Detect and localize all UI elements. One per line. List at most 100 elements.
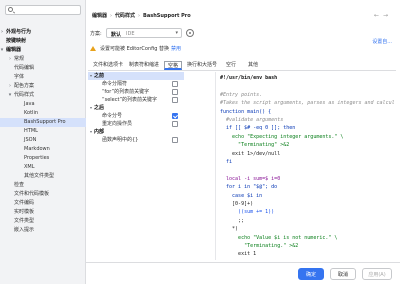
dialog-footer: 确定 取消 应用(A) [86, 262, 400, 284]
sidebar-item-label: 常规 [14, 56, 25, 62]
scheme-label: 方案: [90, 31, 102, 37]
sidebar-item[interactable]: 文件类型 [0, 217, 86, 226]
chevron-down-icon[interactable]: ▾ [90, 104, 92, 112]
sidebar-item[interactable]: ▾ 编辑器 [0, 46, 86, 55]
code-line: echo "Value $i is not numeric." \ [220, 234, 338, 241]
apply-button[interactable]: 应用(A) [362, 268, 392, 280]
code-line: ;; [220, 217, 245, 224]
option-label: 函数声明中的{} [102, 137, 139, 143]
sidebar-item[interactable]: 实时模板 [0, 208, 86, 217]
chevron-right-icon[interactable]: › [0, 28, 5, 37]
sidebar-item[interactable]: › 常规 [0, 55, 86, 64]
sidebar-item-label: Kotlin [24, 110, 38, 116]
sidebar-item[interactable]: ▾ 代码样式 [0, 91, 86, 100]
sidebar-item[interactable]: XML [0, 163, 86, 172]
code-line: "Terminating." >&2 [220, 243, 299, 249]
disable-editorconfig-link[interactable]: 禁用 [171, 46, 181, 52]
option-checkbox[interactable] [172, 81, 178, 87]
set-from-link[interactable]: 设置自... [372, 38, 392, 45]
option-row[interactable]: “select”的列表前关键字 [88, 96, 184, 104]
scheme-dropdown[interactable]: 默认 IDE ▾ [106, 28, 182, 38]
tab-4[interactable]: 空行 [222, 61, 240, 70]
sidebar-item[interactable]: Java [0, 100, 86, 109]
chevron-down-icon[interactable]: ▾ [90, 72, 92, 80]
sidebar-item[interactable]: 文件和代码模板 [0, 190, 86, 199]
sidebar-item-label: Properties [24, 155, 50, 161]
chevron-right-icon[interactable]: › [7, 55, 13, 64]
chevron-down-icon[interactable]: ▾ [0, 46, 5, 55]
sidebar-item[interactable]: 检查 [0, 181, 86, 190]
sidebar-item[interactable]: JSON [0, 136, 86, 145]
sidebar-item-label: BashSupport Pro [24, 119, 66, 125]
sidebar-item[interactable]: 嵌入提示 [0, 226, 86, 235]
option-checkbox[interactable] [172, 97, 178, 103]
sidebar-item[interactable]: BashSupport Pro [0, 118, 86, 127]
gear-icon[interactable] [186, 29, 194, 37]
breadcrumb-code-style[interactable]: 代码样式 [115, 13, 135, 19]
sidebar-item[interactable]: 字体 [0, 73, 86, 82]
tab-1[interactable]: 制表符和缩进 [128, 61, 160, 70]
sidebar-item-label: 字体 [14, 74, 25, 80]
chevron-right-icon: › [138, 13, 141, 19]
scheme-row: 方案: 默认 IDE ▾ 设置自... [90, 28, 396, 45]
sidebar-item[interactable]: Markdown [0, 145, 86, 154]
code-line: [0-9]+) [220, 201, 254, 207]
tab-3[interactable]: 换行和大括号 [186, 61, 218, 70]
option-checkbox[interactable] [172, 121, 178, 127]
sidebar-item-label: 文件和代码模板 [14, 191, 50, 197]
option-label: 命令分隔符 [102, 81, 128, 87]
option-label: “for”的列表前关键字 [102, 89, 150, 95]
option-row[interactable]: “for”的列表前关键字 [88, 88, 184, 96]
sidebar-item[interactable]: Kotlin [0, 109, 86, 118]
code-line: #!/usr/bin/env bash [220, 75, 278, 81]
sidebar-item[interactable]: Properties [0, 154, 86, 163]
breadcrumb-editor[interactable]: 编辑器 [92, 13, 107, 19]
forward-arrow-icon[interactable]: → [383, 12, 392, 19]
code-style-tabs: 文件和选项卡 制表符和缩进 空格 换行和大括号 空行 其他 [88, 60, 396, 71]
sidebar-item[interactable]: › 配色方案 [0, 82, 86, 91]
tab-0[interactable]: 文件和选项卡 [92, 61, 124, 70]
ok-button[interactable]: 确定 [298, 268, 324, 280]
sidebar-item-label: 配色方案 [14, 83, 35, 89]
code-line: for i in "$@"; do [220, 184, 278, 191]
cancel-button[interactable]: 取消 [330, 268, 356, 280]
option-checkbox[interactable] [172, 113, 178, 119]
sidebar-item-label: JSON [24, 137, 37, 143]
option-checkbox[interactable] [172, 89, 178, 95]
tab-2[interactable]: 空格 [164, 61, 182, 70]
code-line: if [[ $# -eq 0 ]]; then [220, 125, 296, 132]
code-line: function main() { [220, 108, 272, 115]
settings-sidebar: › 外观与行为 按键映射 ▾ 编辑器 › 常规 代码编辑 字体 › 配色方案 ▾ 代码样式 Java Kot… [0, 0, 86, 284]
sidebar-item[interactable]: HTML [0, 127, 86, 136]
sidebar-item-label: 代码编辑 [14, 65, 35, 71]
code-line: ((sum += 1)) [220, 209, 275, 216]
sidebar-item-label: 其他文件类型 [24, 173, 55, 179]
sidebar-item[interactable]: 代码编辑 [0, 64, 86, 73]
settings-search-input[interactable] [5, 5, 81, 15]
sidebar-item[interactable]: › 外观与行为 [0, 28, 86, 37]
sidebar-item[interactable]: 其他文件类型 [0, 172, 86, 181]
warning-text: 设置可能被 EditorConfig 替换 [100, 46, 170, 52]
option-group: ▾ 之前 [88, 72, 184, 80]
sidebar-item[interactable]: 按键映射 [0, 37, 86, 46]
option-row[interactable]: 命令分号 [88, 112, 184, 120]
chevron-right-icon[interactable]: › [7, 82, 13, 91]
sidebar-item-label: 文件类型 [14, 218, 35, 224]
option-row[interactable]: 命令分隔符 [88, 80, 184, 88]
option-label: “select”的列表前关键字 [102, 97, 158, 103]
code-line: "Terminating" >&2 [220, 142, 290, 149]
option-label: 重定向操作员 [102, 121, 133, 127]
sidebar-item-label: 外观与行为 [6, 29, 32, 35]
back-arrow-icon[interactable]: ← [374, 12, 383, 19]
option-row[interactable]: 函数声明中的{} [88, 136, 184, 144]
spaces-options-list: ▾ 之前 命令分隔符 “for”的列表前关键字 “select”的列表前关键字 ▾ 之后 命令… [88, 72, 184, 260]
tab-5[interactable]: 其他 [244, 61, 262, 70]
nav-arrows: ←→ [374, 12, 392, 19]
chevron-down-icon[interactable]: ▾ [90, 128, 92, 136]
option-checkbox[interactable] [172, 137, 178, 143]
sidebar-item-label: 文件编码 [14, 200, 35, 206]
chevron-down-icon[interactable]: ▾ [7, 91, 13, 100]
sidebar-item[interactable]: 文件编码 [0, 199, 86, 208]
option-row[interactable]: 重定向操作员 [88, 120, 184, 128]
code-line: echo "Expecting integer arguments." \ [220, 133, 344, 140]
